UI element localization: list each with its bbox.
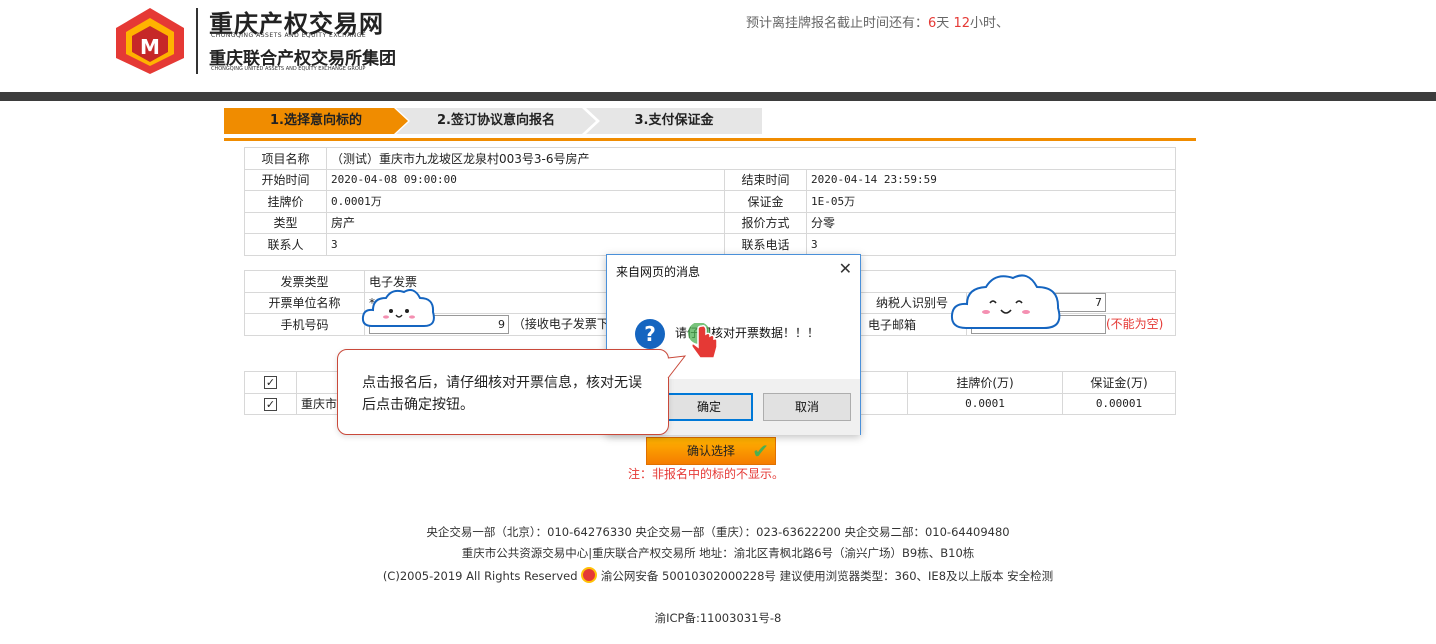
table-row: 类型 房产 报价方式 分零 bbox=[244, 211, 1176, 234]
countdown: 预计离挂牌报名截止时间还有：6天 12小时、 bbox=[746, 12, 1009, 31]
invoice-unit-label: 开票单位名称 bbox=[244, 291, 365, 314]
cloud-icon bbox=[361, 289, 435, 327]
row-price: 0.0001 bbox=[907, 392, 1063, 415]
confirm-select-button[interactable]: 确认选择 ✔ bbox=[646, 437, 776, 465]
police-badge-icon bbox=[581, 567, 598, 583]
note-text: 注：非报名中的标的不显示。 bbox=[628, 467, 785, 481]
invoice-type-label: 发票类型 bbox=[244, 270, 365, 293]
step-3: 3.支付保证金 bbox=[586, 108, 762, 134]
end-time-value: 2020-04-14 23:59:59 bbox=[806, 168, 1176, 191]
row-checkbox-cell: ✓ bbox=[244, 392, 297, 415]
step-2: 2.签订协议意向报名 bbox=[396, 108, 596, 134]
countdown-days-unit: 天 bbox=[936, 16, 950, 31]
countdown-prefix: 预计离挂牌报名截止时间还有： bbox=[746, 16, 929, 31]
logo-icon[interactable]: M bbox=[112, 6, 188, 76]
start-time-label: 开始时间 bbox=[244, 168, 327, 191]
contact-label: 联系人 bbox=[244, 233, 327, 256]
select-all-cell: ✓ bbox=[244, 371, 297, 394]
mobile-label: 手机号码 bbox=[244, 313, 365, 336]
step-indicator: 1.选择意向标的 2.签订协议意向报名 3.支付保证金 bbox=[224, 108, 1196, 142]
quote-value: 分零 bbox=[806, 211, 1176, 234]
deposit-label: 保证金 bbox=[724, 190, 807, 213]
row-deposit: 0.00001 bbox=[1062, 392, 1176, 415]
deposit-value: 1E-05万 bbox=[806, 190, 1176, 213]
countdown-hours-unit: 小时、 bbox=[970, 16, 1010, 31]
footer-line-3: (C)2005-2019 All Rights Reserved 渝公网安备 5… bbox=[0, 567, 1436, 584]
footer-icp[interactable]: 渝ICP备:11003031号-8 bbox=[0, 610, 1436, 626]
copyright: (C)2005-2019 All Rights Reserved bbox=[382, 569, 578, 583]
end-time-label: 结束时间 bbox=[724, 168, 807, 191]
dialog-title: 来自网页的消息 bbox=[616, 265, 701, 279]
footer-line-2: 重庆市公共资源交易中心|重庆联合产权交易所 地址：渝北区青枫北路6号（渝兴广场）… bbox=[461, 546, 975, 560]
ok-button[interactable]: 确定 bbox=[665, 393, 753, 421]
table-row: 挂牌价 0.0001万 保证金 1E-05万 bbox=[244, 190, 1176, 213]
svg-text:M: M bbox=[140, 35, 160, 59]
phone-value: 3 bbox=[806, 233, 1176, 256]
footer-line-1: 央企交易一部（北京）：010-64276330 央企交易一部（重庆）：023-6… bbox=[426, 525, 1010, 539]
cancel-button[interactable]: 取消 bbox=[763, 393, 851, 421]
guide-tooltip: 点击报名后，请仔细核对开票信息，核对无误后点击确定按钮。 bbox=[337, 349, 669, 435]
hand-cursor-icon bbox=[688, 323, 718, 359]
tooltip-tail bbox=[667, 355, 687, 379]
confirm-select-label: 确认选择 bbox=[686, 444, 735, 458]
guide-tooltip-text: 点击报名后，请仔细核对开票信息，核对无误后点击确定按钮。 bbox=[362, 375, 642, 413]
price-header: 挂牌价(万) bbox=[907, 371, 1063, 394]
start-time-value: 2020-04-08 09:00:00 bbox=[326, 168, 725, 191]
steps-underline bbox=[224, 138, 1196, 141]
quote-label: 报价方式 bbox=[724, 211, 807, 234]
table-row: 开始时间 2020-04-08 09:00:00 结束时间 2020-04-14… bbox=[244, 168, 1176, 191]
project-name-value: （测试）重庆市九龙坡区龙泉村003号3-6号房产 bbox=[326, 147, 1176, 170]
question-icon: ? bbox=[635, 319, 665, 349]
table-row: 项目名称 （测试）重庆市九龙坡区龙泉村003号3-6号房产 bbox=[244, 147, 1176, 170]
countdown-hours: 12 bbox=[953, 16, 970, 31]
police-record[interactable]: 渝公网安备 50010302000228号 建议使用浏览器类型：360、IE8及… bbox=[601, 569, 1053, 583]
checkmark-icon: ✔ bbox=[752, 439, 769, 463]
select-all-checkbox[interactable]: ✓ bbox=[264, 376, 277, 390]
price-label: 挂牌价 bbox=[244, 190, 327, 213]
close-icon[interactable]: ✕ bbox=[839, 259, 852, 278]
cloud-icon bbox=[950, 274, 1061, 329]
phone-label: 联系电话 bbox=[724, 233, 807, 256]
type-label: 类型 bbox=[244, 211, 327, 234]
row-checkbox[interactable]: ✓ bbox=[264, 397, 277, 411]
mobile-note: （接收电子发票下 bbox=[512, 316, 609, 331]
project-info-table: 项目名称 （测试）重庆市九龙坡区龙泉村003号3-6号房产 开始时间 2020-… bbox=[244, 147, 1176, 256]
email-required-note: (不能为空) bbox=[1106, 316, 1164, 331]
project-name-label: 项目名称 bbox=[244, 147, 327, 170]
contact-value: 3 bbox=[326, 233, 725, 256]
site-title-en: CHONGQING ASSETS AND EQUITY EXCHANGE bbox=[211, 32, 367, 39]
deposit-header: 保证金(万) bbox=[1062, 371, 1176, 394]
table-row: 联系人 3 联系电话 3 bbox=[244, 233, 1176, 256]
price-value: 0.0001万 bbox=[326, 190, 725, 213]
type-value: 房产 bbox=[326, 211, 725, 234]
step-1: 1.选择意向标的 bbox=[224, 108, 408, 134]
logo-divider bbox=[196, 8, 198, 74]
nav-bar bbox=[0, 92, 1436, 101]
group-title-en: CHONGQING UNITED ASSETS AND EQUITY EXCHA… bbox=[211, 66, 366, 72]
header: M 重庆产权交易网 CHONGQING ASSETS AND EQUITY EX… bbox=[0, 0, 1436, 92]
